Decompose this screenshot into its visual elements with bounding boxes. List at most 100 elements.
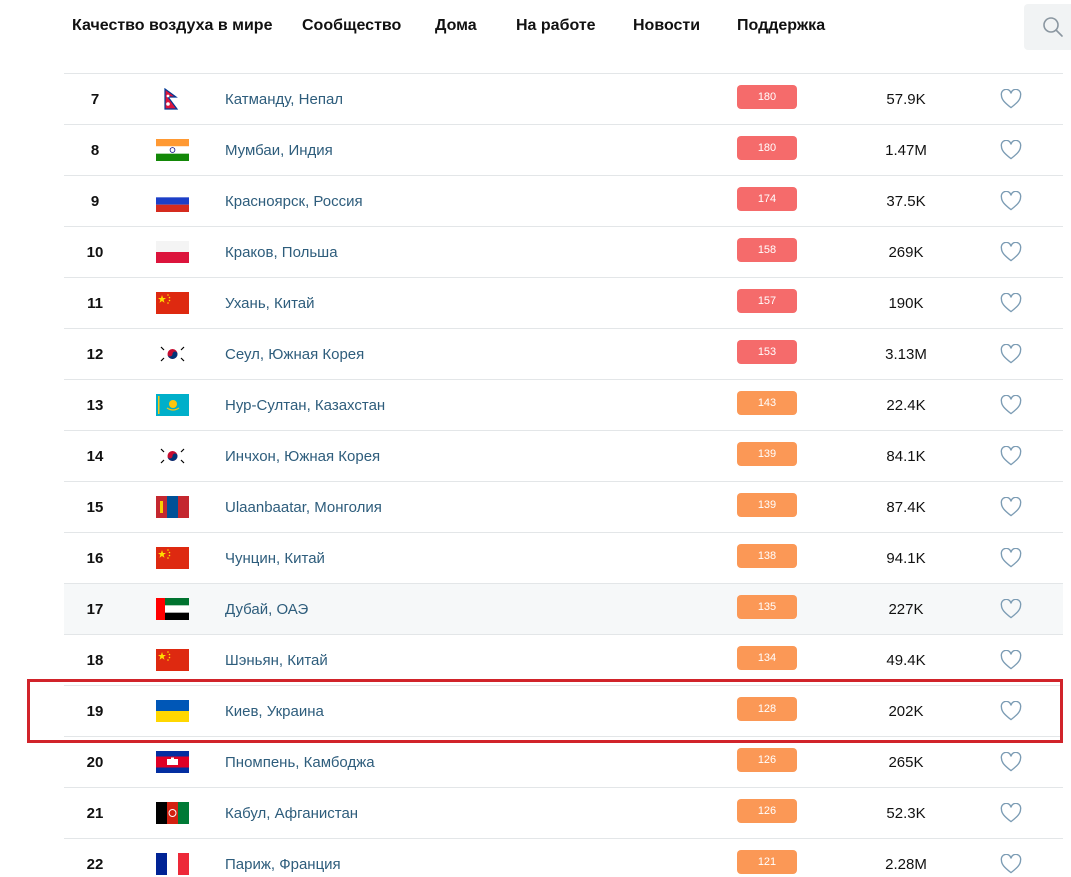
nav-news[interactable]: Новости	[633, 17, 700, 35]
city-link[interactable]: Ulaanbaatar, Монголия	[225, 499, 382, 516]
nav-home[interactable]: Дома	[435, 17, 477, 35]
city-link[interactable]: Париж, Франция	[225, 856, 341, 873]
city-link[interactable]: Мумбаи, Индия	[225, 142, 333, 159]
heart-icon[interactable]	[1000, 751, 1022, 772]
city-link[interactable]: Дубай, ОАЭ	[225, 601, 308, 618]
rank-number: 19	[86, 703, 104, 720]
heart-icon[interactable]	[1000, 241, 1022, 262]
table-row[interactable]: 14 Инчхон, Южная Корея 139 84.1K	[64, 431, 1063, 482]
nav-community[interactable]: Сообщество	[302, 17, 401, 35]
china-flag-icon	[156, 547, 189, 569]
heart-icon[interactable]	[1000, 853, 1022, 874]
korea-flag-icon	[156, 445, 189, 467]
heart-icon[interactable]	[1000, 394, 1022, 415]
city-link[interactable]: Сеул, Южная Корея	[225, 346, 364, 363]
rank-number: 18	[86, 652, 104, 669]
followers-count: 3.13M	[885, 346, 927, 363]
city-link[interactable]: Инчхон, Южная Корея	[225, 448, 380, 465]
rank-number: 9	[90, 193, 100, 210]
heart-icon[interactable]	[1000, 139, 1022, 160]
rank-number: 15	[86, 499, 104, 516]
uae-flag-icon	[156, 598, 189, 620]
table-row[interactable]: 19 Киев, Украина 128 202K	[64, 686, 1063, 737]
aqi-badge: 153	[737, 340, 797, 364]
city-link[interactable]: Красноярск, Россия	[225, 193, 363, 210]
korea-flag-icon	[156, 343, 189, 365]
followers-count: 52.3K	[886, 805, 926, 822]
aqi-badge: 180	[737, 136, 797, 160]
heart-icon[interactable]	[1000, 292, 1022, 313]
table-row[interactable]: 22 Париж, Франция 121 2.28M	[64, 839, 1063, 877]
city-link[interactable]: Киев, Украина	[225, 703, 324, 720]
city-link[interactable]: Чунцин, Китай	[225, 550, 325, 567]
followers-count: 84.1K	[886, 448, 926, 465]
city-link[interactable]: Кабул, Афганистан	[225, 805, 358, 822]
table-row[interactable]: 16 Чунцин, Китай 138 94.1K	[64, 533, 1063, 584]
table-row[interactable]: 10 Краков, Польша 158 269K	[64, 227, 1063, 278]
heart-icon[interactable]	[1000, 802, 1022, 823]
city-link[interactable]: Шэньян, Китай	[225, 652, 328, 669]
followers-count: 94.1K	[886, 550, 926, 567]
afghanistan-flag-icon	[156, 802, 189, 824]
heart-icon[interactable]	[1000, 88, 1022, 109]
heart-icon[interactable]	[1000, 649, 1022, 670]
aqi-badge: 174	[737, 187, 797, 211]
table-row[interactable]: 11 Ухань, Китай 157 190K	[64, 278, 1063, 329]
aqi-badge: 135	[737, 595, 797, 619]
city-link[interactable]: Пномпень, Камбоджа	[225, 754, 375, 771]
followers-count: 1.47M	[885, 142, 927, 159]
rank-number: 16	[86, 550, 104, 567]
city-link[interactable]: Краков, Польша	[225, 244, 338, 261]
aqi-badge: 121	[737, 850, 797, 874]
poland-flag-icon	[156, 241, 189, 263]
heart-icon[interactable]	[1000, 700, 1022, 721]
table-row[interactable]: 13 Нур-Султан, Казахстан 143 22.4K	[64, 380, 1063, 431]
followers-count: 227K	[888, 601, 924, 618]
ukraine-flag-icon	[156, 700, 189, 722]
rank-number: 12	[86, 346, 104, 363]
kazakhstan-flag-icon	[156, 394, 189, 416]
china-flag-icon	[156, 649, 189, 671]
rank-number: 14	[86, 448, 104, 465]
search-icon	[1043, 17, 1063, 37]
followers-count: 265K	[888, 754, 924, 771]
city-link[interactable]: Нур-Султан, Казахстан	[225, 397, 385, 414]
heart-icon[interactable]	[1000, 598, 1022, 619]
rank-number: 20	[86, 754, 104, 771]
table-row[interactable]: 20 Пномпень, Камбоджа 126 265K	[64, 737, 1063, 788]
followers-count: 269K	[888, 244, 924, 261]
table-row[interactable]: 21 Кабул, Афганистан 126 52.3K	[64, 788, 1063, 839]
table-row[interactable]: 15 Ulaanbaatar, Монголия 139 87.4K	[64, 482, 1063, 533]
heart-icon[interactable]	[1000, 343, 1022, 364]
aqi-badge: 126	[737, 799, 797, 823]
followers-count: 87.4K	[886, 499, 926, 516]
aqi-badge: 139	[737, 442, 797, 466]
rank-number: 17	[86, 601, 104, 618]
city-link[interactable]: Ухань, Китай	[225, 295, 315, 312]
russia-flag-icon	[156, 190, 189, 212]
table-row[interactable]: 18 Шэньян, Китай 134 49.4K	[64, 635, 1063, 686]
table-row[interactable]: 8 Мумбаи, Индия 180 1.47M	[64, 125, 1063, 176]
heart-icon[interactable]	[1000, 547, 1022, 568]
aqi-badge: 157	[737, 289, 797, 313]
aqi-badge: 128	[737, 697, 797, 721]
followers-count: 202K	[888, 703, 924, 720]
nav-work[interactable]: На работе	[516, 17, 596, 35]
table-row[interactable]: 9 Красноярск, Россия 174 37.5K	[64, 176, 1063, 227]
france-flag-icon	[156, 853, 189, 875]
nav-support[interactable]: Поддержка	[737, 17, 825, 35]
heart-icon[interactable]	[1000, 496, 1022, 517]
followers-count: 2.28M	[885, 856, 927, 873]
city-ranking-table: 7 Катманду, Непал 180 57.9K 8 Мумбаи, Индия 18…	[64, 73, 1063, 877]
table-row[interactable]: 12 Сеул, Южная Корея 153 3.13M	[64, 329, 1063, 380]
search-button[interactable]	[1024, 4, 1071, 50]
city-link[interactable]: Катманду, Непал	[225, 91, 343, 108]
table-row[interactable]: 17 Дубай, ОАЭ 135 227K	[64, 584, 1063, 635]
heart-icon[interactable]	[1000, 190, 1022, 211]
top-navigation: Качество воздуха в мире Сообщество Дома …	[0, 0, 1071, 56]
heart-icon[interactable]	[1000, 445, 1022, 466]
rank-number: 13	[86, 397, 104, 414]
nav-air-quality-world[interactable]: Качество воздуха в мире	[72, 17, 272, 35]
rank-number: 11	[87, 295, 103, 312]
table-row[interactable]: 7 Катманду, Непал 180 57.9K	[64, 74, 1063, 125]
